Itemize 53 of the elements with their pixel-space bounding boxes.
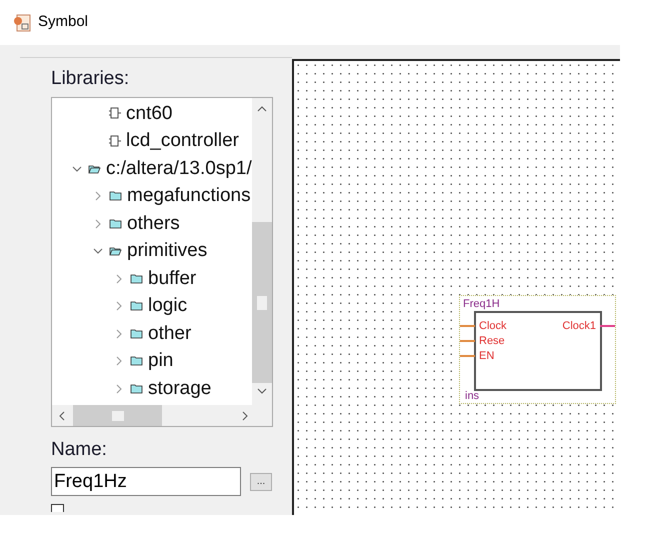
tree-item[interactable]: pin xyxy=(148,347,174,376)
folder-icon xyxy=(130,328,143,339)
instance-name: ins xyxy=(465,388,480,404)
chevron-right-icon[interactable] xyxy=(95,218,101,229)
tree-item[interactable]: primitives xyxy=(127,237,208,266)
folder-icon xyxy=(130,274,143,284)
chevron-right-icon[interactable] xyxy=(116,301,122,312)
folder-icon xyxy=(109,191,122,202)
folder-icon xyxy=(130,301,143,312)
folder-icon xyxy=(130,384,143,394)
symbol-app-icon xyxy=(12,12,32,32)
tree-item[interactable]: buffer xyxy=(148,264,196,293)
chevron-right-icon[interactable] xyxy=(116,356,122,366)
input-port-label: Rese xyxy=(479,335,505,347)
tree-item[interactable]: other xyxy=(148,320,192,348)
tree-item[interactable]: logic xyxy=(148,292,188,320)
tree-item[interactable]: lcd_controller xyxy=(126,127,239,156)
scroll-right-icon[interactable] xyxy=(242,410,248,420)
schematic-canvas[interactable]: Freq1H Clock Rese EN Clock1 ins xyxy=(292,59,620,515)
name-label: Name: xyxy=(51,439,108,461)
vertical-scrollbar[interactable] xyxy=(252,98,272,405)
chevron-down-icon[interactable] xyxy=(72,166,82,172)
symbol-icon xyxy=(109,134,121,148)
input-port-label: EN xyxy=(479,350,494,362)
chevron-right-icon[interactable] xyxy=(116,328,122,339)
horizontal-scrollbar[interactable] xyxy=(52,405,272,426)
tree-item[interactable]: c:/altera/13.0sp1/ xyxy=(106,154,252,183)
chevron-right-icon[interactable] xyxy=(116,274,122,284)
scroll-thumb[interactable] xyxy=(252,222,272,383)
output-port-label: Clock1 xyxy=(562,320,596,332)
chevron-right-icon[interactable] xyxy=(116,384,122,394)
symbol-name: Freq1H xyxy=(463,297,500,312)
window-title: Symbol xyxy=(38,12,88,32)
symbol-block[interactable]: Freq1H Clock Rese EN Clock1 ins xyxy=(459,295,616,404)
open-folder-icon xyxy=(109,246,122,256)
tree-item[interactable]: others xyxy=(127,210,180,238)
tree-item[interactable]: megafunctions xyxy=(127,182,251,210)
name-field[interactable]: Freq1Hz xyxy=(51,467,241,496)
chevron-right-icon[interactable] xyxy=(95,191,101,202)
scroll-left-icon[interactable] xyxy=(59,410,65,420)
libraries-label: Libraries: xyxy=(51,68,130,90)
tree-item[interactable]: storage xyxy=(148,374,212,403)
input-port-label: Clock xyxy=(479,320,507,332)
scroll-down-icon[interactable] xyxy=(257,388,267,394)
folder-icon xyxy=(130,356,143,366)
browse-button[interactable]: ... xyxy=(250,472,272,490)
open-folder-icon xyxy=(88,164,101,174)
folder-icon xyxy=(109,218,122,229)
chevron-down-icon[interactable] xyxy=(93,248,103,254)
symbol-icon xyxy=(109,107,121,120)
scroll-thumb[interactable] xyxy=(73,405,162,426)
scroll-up-icon[interactable] xyxy=(257,106,267,112)
tree-item[interactable]: cnt60 xyxy=(126,100,172,128)
